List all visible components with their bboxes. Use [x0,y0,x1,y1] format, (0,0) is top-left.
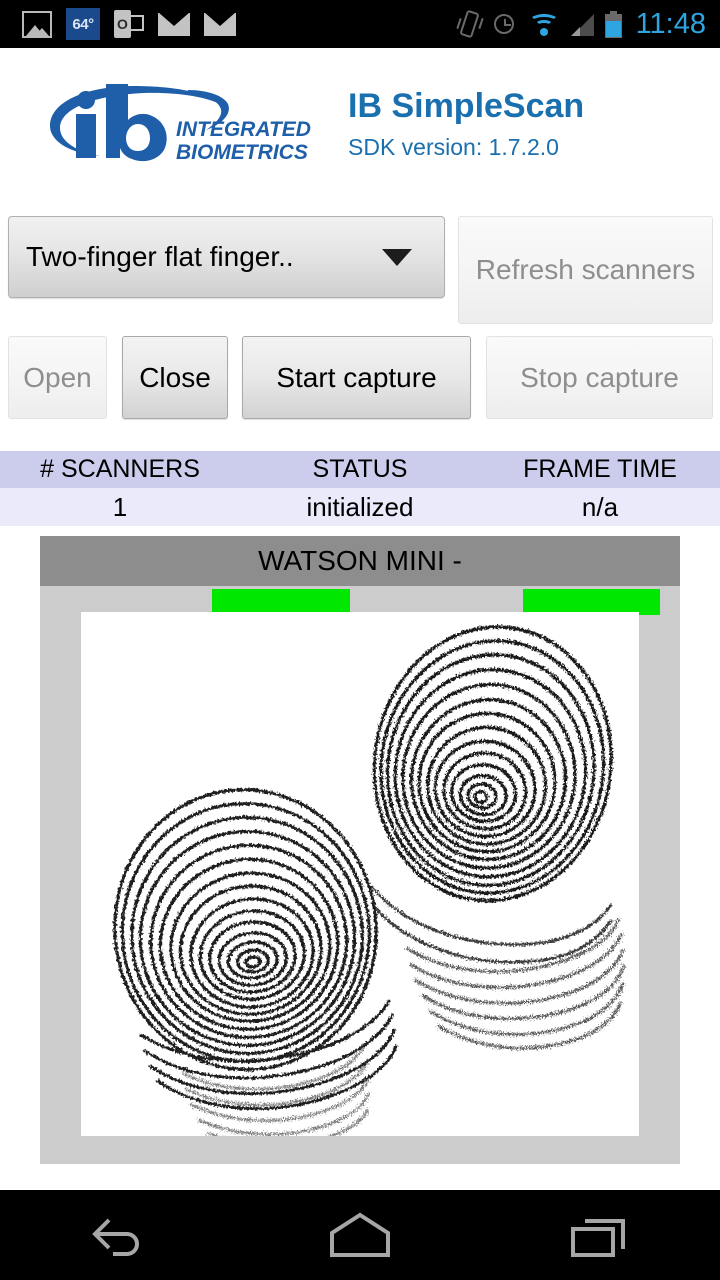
status-bar-clock: 11:48 [635,7,706,40]
back-arrow-icon [92,1218,139,1256]
value-scanners: 1 [112,491,128,522]
android-navigation-bar [0,1190,720,1280]
capture-mode-spinner[interactable]: Two-finger flat finger.. [8,216,445,298]
gallery-icon [22,10,52,38]
column-header-scanners: # SCANNERS [40,455,200,483]
signal-icon [570,12,594,36]
capture-mode-value: Two-finger flat finger.. [26,241,294,272]
table-row: 1 initialized n/a [0,488,720,526]
back-button[interactable] [50,1190,190,1280]
home-icon [330,1212,390,1257]
recent-apps-icon [571,1219,625,1257]
scanner-preview-panel: WATSON MINI - [40,536,680,1164]
battery-icon [604,10,622,38]
integrated-biometrics-logo: INTEGRATED BIOMETRICS [38,80,318,168]
value-status: initialized [306,491,414,522]
close-button[interactable]: Close [122,336,228,419]
stop-capture-button[interactable]: Stop capture [486,336,713,419]
vibrate-icon [455,9,484,39]
app-header: INTEGRATED BIOMETRICS IB SimpleScan SDK … [0,48,720,203]
open-button[interactable]: Open [8,336,107,419]
recent-apps-button[interactable] [530,1190,670,1280]
value-frame-time: n/a [581,491,619,522]
mail-icon [204,12,236,36]
start-capture-button[interactable]: Start capture [242,336,471,419]
status-bar-system: 11:48 [455,7,720,41]
scanner-status-table: # SCANNERS STATUS FRAME TIME 1 initializ… [0,451,720,526]
fingerprint-ridges [99,625,626,1136]
page-title: IB SimpleScan [348,87,585,125]
refresh-scanners-button[interactable]: Refresh scanners [458,216,713,324]
status-bar-notifications: 64° O [0,8,459,40]
logo-line1: INTEGRATED [176,118,311,141]
weather-badge-icon: 64° [66,8,100,40]
sdk-version-label: SDK version: 1.7.2.0 [348,134,559,161]
mail-icon [158,12,190,36]
status-bar: 64° O 11:48 [0,0,720,48]
outlook-check [129,15,144,31]
logo-line2: BIOMETRICS [176,141,308,164]
fingerprint-capture-image [81,612,639,1136]
app-title-block: IB SimpleScan SDK version: 1.7.2.0 [348,87,585,161]
alarm-icon [492,11,518,37]
table-header-row: # SCANNERS STATUS FRAME TIME [0,451,720,488]
home-button[interactable] [290,1190,430,1280]
scanner-device-title: WATSON MINI - [40,536,680,586]
outlook-icon: O [114,9,144,39]
wifi-icon [528,12,559,36]
column-header-status: STATUS [312,455,408,483]
chevron-down-icon [382,248,412,266]
column-header-frame-time: FRAME TIME [523,455,677,483]
